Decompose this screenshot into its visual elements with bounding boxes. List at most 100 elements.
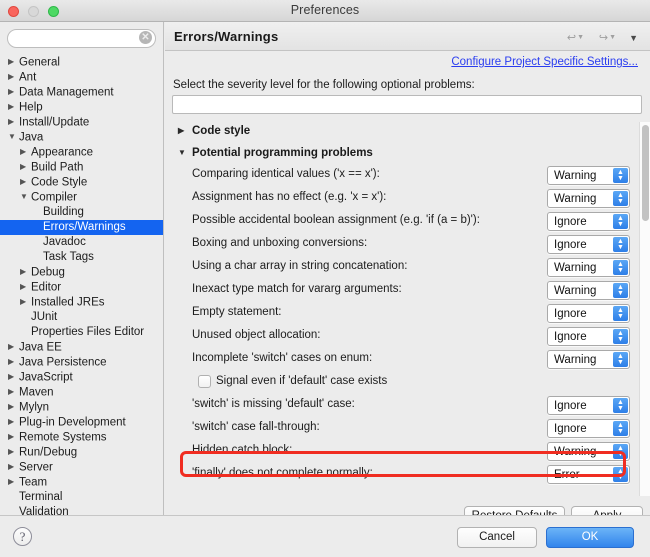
- sidebar-item-compiler[interactable]: ▼ Compiler: [0, 190, 163, 205]
- tree-twisty-collapsed-icon[interactable]: ▶: [8, 54, 19, 69]
- ok-button[interactable]: OK: [546, 527, 634, 548]
- tree-twisty-collapsed-icon[interactable]: ▶: [20, 264, 31, 279]
- chevron-updown-icon[interactable]: ▲ ▼: [613, 352, 628, 367]
- tree-twisty-collapsed-icon[interactable]: ▶: [20, 279, 31, 294]
- severity-select-hidden-catch-block[interactable]: Warning ▲ ▼: [547, 442, 630, 461]
- sidebar-item-maven[interactable]: ▶ Maven: [0, 385, 163, 400]
- section-twisty-expanded-icon[interactable]: ▼: [178, 142, 186, 164]
- section-twisty-collapsed-icon[interactable]: ▶: [178, 120, 184, 142]
- clear-search-icon[interactable]: ✕: [139, 31, 152, 44]
- problems-list-scrollbar[interactable]: [639, 122, 650, 496]
- severity-select-finally-does-not-complete-normally[interactable]: Error ▲ ▼: [547, 465, 630, 484]
- tree-twisty-collapsed-icon[interactable]: ▶: [20, 174, 31, 189]
- sidebar-item-terminal[interactable]: Terminal: [0, 490, 163, 505]
- sidebar-item-general[interactable]: ▶ General: [0, 55, 163, 70]
- section-header-code-style[interactable]: ▶ Code style: [172, 120, 643, 142]
- sidebar-item-javascript[interactable]: ▶ JavaScript: [0, 370, 163, 385]
- tree-twisty-collapsed-icon[interactable]: ▶: [8, 414, 19, 429]
- chevron-updown-icon[interactable]: ▲ ▼: [613, 398, 628, 413]
- forward-arrow-icon[interactable]: ↪▼: [599, 31, 616, 44]
- tree-twisty-expanded-icon[interactable]: ▼: [8, 129, 19, 144]
- configure-project-specific-settings-link[interactable]: Configure Project Specific Settings...: [451, 56, 638, 68]
- sidebar-item-java-persistence[interactable]: ▶ Java Persistence: [0, 355, 163, 370]
- chevron-updown-icon[interactable]: ▲ ▼: [613, 444, 628, 459]
- chevron-updown-icon[interactable]: ▲ ▼: [613, 191, 628, 206]
- help-button[interactable]: ?: [13, 527, 32, 546]
- chevron-updown-icon[interactable]: ▲ ▼: [613, 237, 628, 252]
- sidebar-item-debug[interactable]: ▶ Debug: [0, 265, 163, 280]
- tree-twisty-collapsed-icon[interactable]: ▶: [8, 444, 19, 459]
- sidebar-item-javadoc[interactable]: Javadoc: [0, 235, 163, 250]
- tree-twisty-collapsed-icon[interactable]: ▶: [8, 69, 19, 84]
- sidebar-item-team[interactable]: ▶ Team: [0, 475, 163, 490]
- view-menu-icon[interactable]: ▼: [629, 33, 638, 43]
- severity-select-incomplete-switch-cases-on-enum[interactable]: Warning ▲ ▼: [547, 350, 630, 369]
- sidebar-item-mylyn[interactable]: ▶ Mylyn: [0, 400, 163, 415]
- sidebar-item-appearance[interactable]: ▶ Appearance: [0, 145, 163, 160]
- sidebar-item-install-update[interactable]: ▶ Install/Update: [0, 115, 163, 130]
- sidebar-item-properties-files-editor[interactable]: Properties Files Editor: [0, 325, 163, 340]
- chevron-updown-icon[interactable]: ▲ ▼: [613, 421, 628, 436]
- chevron-updown-icon[interactable]: ▲ ▼: [613, 306, 628, 321]
- scrollbar-thumb[interactable]: [642, 125, 649, 221]
- severity-select-boxing-and-unboxing-conversions[interactable]: Ignore ▲ ▼: [547, 235, 630, 254]
- severity-select-unused-object-allocation[interactable]: Ignore ▲ ▼: [547, 327, 630, 346]
- sidebar-item-code-style[interactable]: ▶ Code Style: [0, 175, 163, 190]
- tree-twisty-collapsed-icon[interactable]: ▶: [8, 339, 19, 354]
- back-arrow-icon[interactable]: ↩▼: [567, 31, 584, 44]
- back-dropdown-chevron-icon[interactable]: ▼: [577, 34, 584, 41]
- sidebar-item-java-ee[interactable]: ▶ Java EE: [0, 340, 163, 355]
- tree-twisty-collapsed-icon[interactable]: ▶: [20, 159, 31, 174]
- sidebar-item-server[interactable]: ▶ Server: [0, 460, 163, 475]
- sidebar-item-building[interactable]: Building: [0, 205, 163, 220]
- tree-twisty-expanded-icon[interactable]: ▼: [20, 189, 31, 204]
- section-header-potential-programming-problems[interactable]: ▼ Potential programming problems: [172, 142, 643, 164]
- chevron-updown-icon[interactable]: ▲ ▼: [613, 467, 628, 482]
- severity-select-using-a-char-array-in-string-concatenation[interactable]: Warning ▲ ▼: [547, 258, 630, 277]
- tree-twisty-collapsed-icon[interactable]: ▶: [8, 114, 19, 129]
- checkbox-signal-even-if-default-case-exists[interactable]: [198, 375, 211, 388]
- severity-select-empty-statement[interactable]: Ignore ▲ ▼: [547, 304, 630, 323]
- chevron-updown-icon[interactable]: ▲ ▼: [613, 260, 628, 275]
- sidebar-item-plug-in-development[interactable]: ▶ Plug-in Development: [0, 415, 163, 430]
- severity-select-switch-is-missing-default-case[interactable]: Ignore ▲ ▼: [547, 396, 630, 415]
- chevron-updown-icon[interactable]: ▲ ▼: [613, 168, 628, 183]
- tree-twisty-collapsed-icon[interactable]: ▶: [8, 354, 19, 369]
- cancel-button[interactable]: Cancel: [457, 527, 537, 548]
- sidebar-item-help[interactable]: ▶ Help: [0, 100, 163, 115]
- sidebar-item-junit[interactable]: JUnit: [0, 310, 163, 325]
- severity-select-inexact-type-match-for-vararg-arguments[interactable]: Warning ▲ ▼: [547, 281, 630, 300]
- tree-twisty-collapsed-icon[interactable]: ▶: [8, 84, 19, 99]
- sidebar-item-remote-systems[interactable]: ▶ Remote Systems: [0, 430, 163, 445]
- sidebar-item-run-debug[interactable]: ▶ Run/Debug: [0, 445, 163, 460]
- tree-twisty-collapsed-icon[interactable]: ▶: [8, 474, 19, 489]
- filter-input[interactable]: [172, 95, 642, 114]
- severity-select-possible-accidental-boolean-assignment-e-g-if-a-[interactable]: Ignore ▲ ▼: [547, 212, 630, 231]
- search-input[interactable]: [7, 28, 156, 48]
- severity-select-value: Warning: [554, 446, 597, 458]
- sidebar-item-installed-jres[interactable]: ▶ Installed JREs: [0, 295, 163, 310]
- tree-twisty-collapsed-icon[interactable]: ▶: [8, 429, 19, 444]
- tree-twisty-collapsed-icon[interactable]: ▶: [20, 294, 31, 309]
- tree-twisty-collapsed-icon[interactable]: ▶: [8, 399, 19, 414]
- severity-select-assignment-has-no-effect-e-g-x-x[interactable]: Warning ▲ ▼: [547, 189, 630, 208]
- chevron-updown-icon[interactable]: ▲ ▼: [613, 283, 628, 298]
- chevron-updown-icon[interactable]: ▲ ▼: [613, 329, 628, 344]
- severity-select-comparing-identical-values-x-x[interactable]: Warning ▲ ▼: [547, 166, 630, 185]
- sidebar-item-errors-warnings[interactable]: Errors/Warnings: [0, 220, 163, 235]
- tree-twisty-collapsed-icon[interactable]: ▶: [8, 99, 19, 114]
- sidebar-item-task-tags[interactable]: Task Tags: [0, 250, 163, 265]
- chevron-updown-icon[interactable]: ▲ ▼: [613, 214, 628, 229]
- sidebar-item-ant[interactable]: ▶ Ant: [0, 70, 163, 85]
- sidebar-item-build-path[interactable]: ▶ Build Path: [0, 160, 163, 175]
- sidebar-item-validation[interactable]: Validation: [0, 505, 163, 515]
- tree-twisty-collapsed-icon[interactable]: ▶: [20, 144, 31, 159]
- forward-dropdown-chevron-icon[interactable]: ▼: [609, 34, 616, 41]
- sidebar-item-java[interactable]: ▼ Java: [0, 130, 163, 145]
- sidebar-item-editor[interactable]: ▶ Editor: [0, 280, 163, 295]
- tree-twisty-collapsed-icon[interactable]: ▶: [8, 384, 19, 399]
- severity-select-switch-case-fall-through[interactable]: Ignore ▲ ▼: [547, 419, 630, 438]
- tree-twisty-collapsed-icon[interactable]: ▶: [8, 459, 19, 474]
- sidebar-item-data-management[interactable]: ▶ Data Management: [0, 85, 163, 100]
- tree-twisty-collapsed-icon[interactable]: ▶: [8, 369, 19, 384]
